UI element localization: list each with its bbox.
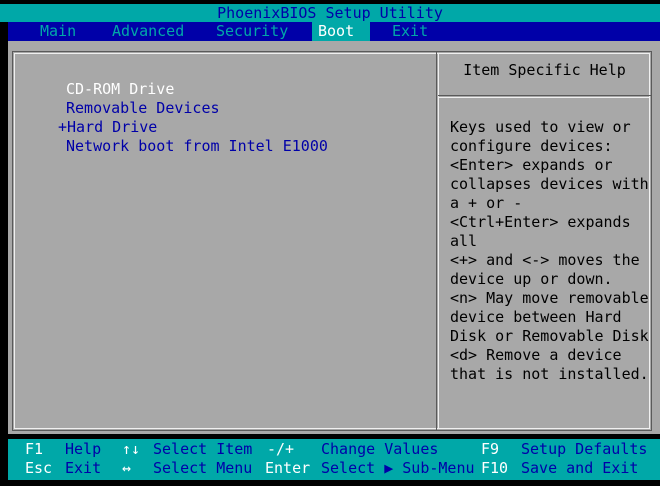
key-up-down: ↑↓ — [122, 440, 141, 458]
boot-item-network[interactable]: Network boot from Intel E1000 — [58, 137, 328, 156]
boot-item-hard-drive[interactable]: +Hard Drive — [58, 118, 328, 137]
key-f10: F10 — [481, 459, 509, 477]
help-line: a + or - — [450, 194, 523, 212]
help-line: that is not installed. — [450, 365, 649, 383]
boot-order-list: CD-ROM Drive Removable Devices +Hard Dri… — [58, 80, 328, 156]
key-help-footer: F1 Help ↑↓ Select Item -/+ Change Values… — [8, 439, 660, 480]
key-esc: Esc — [25, 459, 53, 477]
key-up-down-desc: Select Item — [153, 440, 253, 458]
boot-item-removable[interactable]: Removable Devices — [58, 99, 328, 118]
help-line: <Ctrl+Enter> expands — [450, 213, 631, 231]
key-minus-plus-desc: Change Values — [321, 440, 439, 458]
boot-item-cdrom[interactable]: CD-ROM Drive — [58, 80, 328, 99]
key-minus-plus: -/+ — [267, 440, 295, 458]
menu-bar: Main Advanced Security Boot Exit — [8, 22, 660, 41]
key-left-right: ↔ — [122, 459, 132, 477]
key-left-right-desc: Select Menu — [153, 459, 253, 477]
help-line: device between Hard — [450, 308, 622, 326]
help-line: <Enter> expands or — [450, 156, 613, 174]
key-f1: F1 — [25, 440, 44, 458]
help-separator-shadow — [438, 95, 652, 96]
key-esc-desc: Exit — [65, 459, 102, 477]
main-panel: CD-ROM Drive Removable Devices +Hard Dri… — [8, 41, 660, 434]
help-line: <d> Remove a device — [450, 346, 622, 364]
help-separator-highlight — [439, 97, 650, 98]
key-f9-desc: Setup Defaults — [521, 440, 648, 458]
tab-security[interactable]: Security — [210, 22, 294, 41]
help-line: Disk or Removable Disk — [450, 327, 649, 345]
key-f10-desc: Save and Exit — [521, 459, 639, 477]
panel-divider-shadow — [436, 51, 437, 431]
key-f1-desc: Help — [65, 440, 102, 458]
help-line: Keys used to view or — [450, 118, 631, 136]
help-line: <+> and <-> moves the — [450, 251, 640, 269]
tab-advanced[interactable]: Advanced — [106, 22, 190, 41]
help-text: Keys used to view or configure devices: … — [450, 118, 649, 384]
panel-divider-highlight — [438, 53, 439, 429]
window-title: PhoenixBIOS Setup Utility — [0, 4, 660, 22]
help-line: configure devices: — [450, 137, 613, 155]
help-title: Item Specific Help — [463, 61, 626, 79]
key-f9: F9 — [481, 440, 500, 458]
key-enter: Enter — [265, 459, 311, 477]
help-line: all — [450, 232, 478, 250]
key-enter-desc: Select ▶ Sub-Menu — [321, 459, 475, 477]
tab-exit[interactable]: Exit — [386, 22, 434, 41]
help-line: collapses devices with — [450, 175, 649, 193]
help-line: device up or down. — [450, 270, 613, 288]
tab-boot[interactable]: Boot — [312, 22, 370, 41]
help-line: <n> May move removable — [450, 289, 649, 307]
tab-main[interactable]: Main — [34, 22, 82, 41]
